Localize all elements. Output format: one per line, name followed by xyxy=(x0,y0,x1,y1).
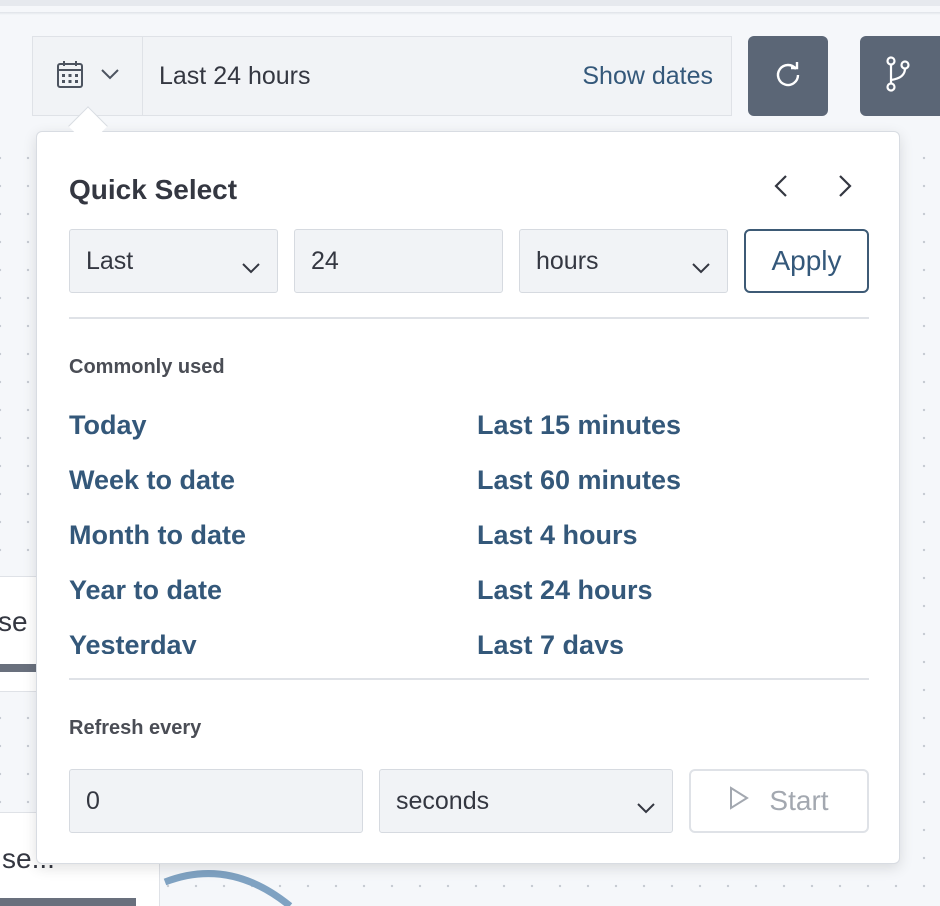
unit-value: hours xyxy=(536,246,599,275)
common-item-month-to-date[interactable]: Month to date xyxy=(69,520,246,551)
refresh-unit-value: seconds xyxy=(396,786,490,815)
unit-select[interactable]: hours xyxy=(519,229,728,293)
common-item-last-60-minutes[interactable]: Last 60 minutes xyxy=(477,465,681,496)
date-range-text[interactable]: Last 24 hours xyxy=(143,62,582,91)
refresh-button[interactable] xyxy=(748,36,828,116)
direction-select[interactable]: Last xyxy=(69,229,278,293)
start-label: Start xyxy=(769,785,829,816)
chevron-down-icon xyxy=(241,252,261,281)
chevron-left-icon xyxy=(774,174,788,203)
chevron-right-icon xyxy=(838,174,852,203)
branch-button[interactable] xyxy=(860,36,940,116)
refresh-every-label: Refresh every xyxy=(69,717,202,739)
refresh-interval-input[interactable]: 0 xyxy=(69,769,363,833)
common-item-yesterday[interactable]: Yesterday xyxy=(69,630,197,654)
show-dates-link[interactable]: Show dates xyxy=(582,62,731,91)
play-icon xyxy=(729,785,750,817)
quick-select-title: Quick Select xyxy=(69,174,238,205)
background-text-1: se xyxy=(0,606,28,637)
common-item-last-24-hours[interactable]: Last 24 hours xyxy=(477,575,653,606)
previous-range-button[interactable] xyxy=(769,174,793,203)
commonly-used-list: Today Week to date Month to date Year to… xyxy=(69,402,869,654)
commonly-used-label: Commonly used xyxy=(69,356,225,378)
calendar-icon xyxy=(56,59,84,94)
divider xyxy=(69,317,869,319)
divider xyxy=(69,678,869,680)
git-branch-icon xyxy=(884,55,912,97)
chevron-down-icon xyxy=(636,792,656,821)
background-arc xyxy=(163,870,293,906)
common-item-year-to-date[interactable]: Year to date xyxy=(69,575,222,606)
next-range-button[interactable] xyxy=(833,174,857,203)
toolbar-shadow xyxy=(0,12,940,15)
background-bar-1 xyxy=(0,664,40,672)
common-item-today[interactable]: Today xyxy=(69,410,147,441)
date-picker: Last 24 hours Show dates xyxy=(32,36,732,116)
common-item-last-4-hours[interactable]: Last 4 hours xyxy=(477,520,638,551)
quick-select-popover: Quick Select Last 24 hours Apply Commonl… xyxy=(36,131,900,864)
amount-input[interactable]: 24 xyxy=(294,229,503,293)
common-item-last-7-days[interactable]: Last 7 days xyxy=(477,630,624,654)
quick-select-toggle[interactable] xyxy=(33,37,143,115)
apply-button[interactable]: Apply xyxy=(744,229,869,293)
refresh-unit-select[interactable]: seconds xyxy=(379,769,673,833)
refresh-interval-value: 0 xyxy=(86,786,100,815)
common-item-last-15-minutes[interactable]: Last 15 minutes xyxy=(477,410,681,441)
start-refresh-button[interactable]: Start xyxy=(689,769,869,833)
amount-value: 24 xyxy=(311,246,339,275)
background-bar-2 xyxy=(0,898,136,906)
refresh-icon xyxy=(774,60,802,93)
direction-value: Last xyxy=(86,246,134,275)
chevron-down-icon xyxy=(100,67,120,85)
common-item-week-to-date[interactable]: Week to date xyxy=(69,465,235,496)
chevron-down-icon xyxy=(691,252,711,281)
